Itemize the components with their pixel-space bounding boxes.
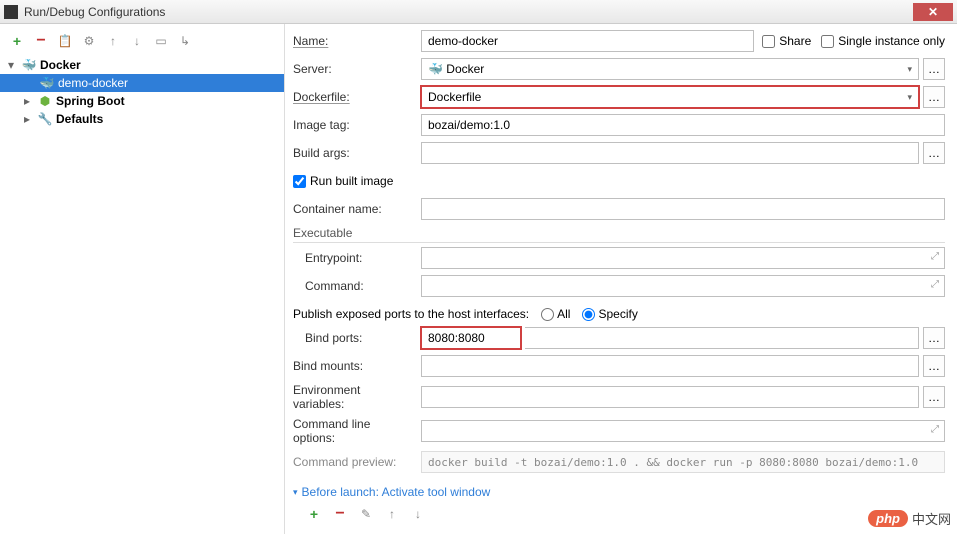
close-button[interactable]: ✕ — [913, 3, 953, 21]
env-vars-input[interactable] — [421, 386, 919, 408]
tree-node-docker[interactable]: ▾ 🐳 Docker — [0, 56, 284, 74]
dockerfile-select[interactable]: Dockerfile ▾ — [421, 86, 919, 108]
move-up-button[interactable]: ↑ — [104, 32, 122, 50]
watermark-logo: php — [868, 510, 908, 527]
expand-icon: ▸ — [24, 94, 34, 108]
configurations-tree-panel: + − 📋 ⚙ ↑ ↓ ▭ ↳ ▾ 🐳 Docker 🐳 demo-docker — [0, 24, 285, 534]
entrypoint-label: Entrypoint: — [293, 251, 413, 265]
before-launch-down-button[interactable]: ↓ — [409, 505, 427, 523]
command-preview-output — [421, 451, 945, 473]
config-tree: ▾ 🐳 Docker 🐳 demo-docker ▸ ⬢ Spring Boot… — [0, 56, 284, 128]
run-built-label: Run built image — [310, 174, 393, 188]
preview-label: Command preview: — [293, 455, 413, 469]
single-instance-checkbox[interactable]: Single instance only — [821, 34, 945, 48]
bind-mounts-browse-button[interactable]: … — [923, 355, 945, 377]
before-launch-header[interactable]: ▾ Before launch: Activate tool window — [293, 485, 945, 499]
name-label: Name: — [293, 34, 413, 48]
expand-icon[interactable]: ⤢ — [931, 279, 939, 290]
docker-icon: 🐳 — [22, 58, 36, 72]
single-instance-label: Single instance only — [838, 34, 945, 48]
entrypoint-input[interactable] — [421, 247, 945, 269]
publish-specify-radio[interactable]: Specify — [582, 307, 637, 321]
remove-config-button[interactable]: − — [32, 32, 50, 50]
spring-icon: ⬢ — [38, 94, 52, 108]
tree-label: Spring Boot — [56, 94, 125, 108]
command-label: Command: — [293, 279, 413, 293]
copy-config-button[interactable]: 📋 — [56, 32, 74, 50]
move-down-button[interactable]: ↓ — [128, 32, 146, 50]
bind-ports-extra[interactable] — [525, 327, 919, 349]
before-launch-add-button[interactable]: + — [305, 505, 323, 523]
folder-button[interactable]: ▭ — [152, 32, 170, 50]
bind-ports-browse-button[interactable]: … — [923, 327, 945, 349]
share-label: Share — [779, 34, 811, 48]
tree-node-spring-boot[interactable]: ▸ ⬢ Spring Boot — [0, 92, 284, 110]
expand-icon: ▾ — [8, 58, 18, 72]
tree-node-demo-docker[interactable]: 🐳 demo-docker — [0, 74, 284, 92]
docker-icon: 🐳 — [428, 62, 443, 76]
env-vars-browse-button[interactable]: … — [923, 386, 945, 408]
tree-label: demo-docker — [58, 76, 128, 90]
collapse-icon: ▾ — [293, 487, 298, 498]
collapse-button[interactable]: ↳ — [176, 32, 194, 50]
server-label: Server: — [293, 62, 413, 76]
settings-button[interactable]: ⚙ — [80, 32, 98, 50]
wrench-icon: 🔧 — [38, 112, 52, 126]
docker-icon: 🐳 — [40, 76, 54, 90]
before-launch-up-button[interactable]: ↑ — [383, 505, 401, 523]
publish-all-radio[interactable]: All — [541, 307, 570, 321]
publish-label: Publish exposed ports to the host interf… — [293, 307, 529, 321]
name-input[interactable] — [421, 30, 754, 52]
share-checkbox[interactable]: Share — [762, 34, 811, 48]
image-tag-input[interactable] — [421, 114, 945, 136]
cmd-opts-label: Command line options: — [293, 417, 413, 445]
build-args-browse-button[interactable]: … — [923, 142, 945, 164]
build-args-input[interactable] — [421, 142, 919, 164]
build-args-label: Build args: — [293, 146, 413, 160]
bind-mounts-label: Bind mounts: — [293, 359, 413, 373]
expand-icon[interactable]: ⤢ — [931, 251, 939, 262]
app-icon — [4, 5, 18, 19]
dockerfile-label: Dockerfile: — [293, 90, 413, 104]
bind-ports-input[interactable] — [421, 327, 521, 349]
command-input[interactable] — [421, 275, 945, 297]
tree-label: Docker — [40, 58, 81, 72]
tree-label: Defaults — [56, 112, 103, 126]
chevron-down-icon: ▾ — [907, 64, 912, 75]
chevron-down-icon: ▾ — [907, 92, 912, 103]
config-form-panel: Name: Share Single instance only Server: — [285, 24, 957, 534]
bind-mounts-input[interactable] — [421, 355, 919, 377]
before-launch-edit-button[interactable]: ✎ — [357, 505, 375, 523]
tree-node-defaults[interactable]: ▸ 🔧 Defaults — [0, 110, 284, 128]
container-name-label: Container name: — [293, 202, 413, 216]
cmd-opts-input[interactable] — [421, 420, 945, 442]
titlebar: Run/Debug Configurations ✕ — [0, 0, 957, 24]
dockerfile-browse-button[interactable]: … — [923, 86, 945, 108]
run-built-image-checkbox[interactable]: Run built image — [293, 174, 393, 188]
executable-header: Executable — [293, 226, 945, 243]
server-select[interactable]: 🐳 Docker ▾ — [421, 58, 919, 80]
add-config-button[interactable]: + — [8, 32, 26, 50]
env-vars-label: Environment variables: — [293, 383, 413, 411]
before-launch-remove-button[interactable]: − — [331, 505, 349, 523]
image-tag-label: Image tag: — [293, 118, 413, 132]
bind-ports-label: Bind ports: — [293, 331, 413, 345]
server-browse-button[interactable]: … — [923, 58, 945, 80]
expand-icon: ▸ — [24, 112, 34, 126]
expand-icon[interactable]: ⤢ — [931, 424, 939, 435]
container-name-input[interactable] — [421, 198, 945, 220]
watermark: php 中文网 — [868, 509, 951, 528]
window-title: Run/Debug Configurations — [24, 5, 913, 19]
watermark-text: 中文网 — [912, 509, 951, 528]
